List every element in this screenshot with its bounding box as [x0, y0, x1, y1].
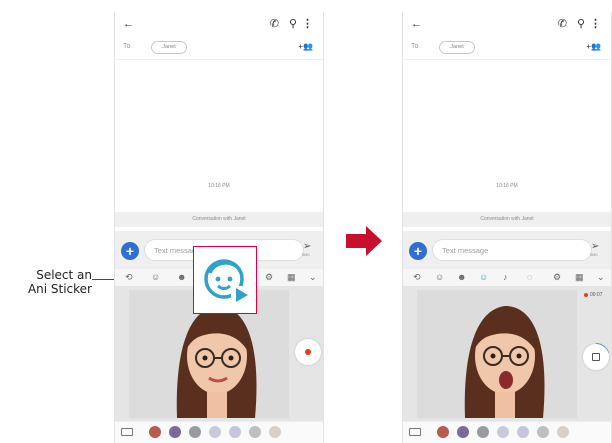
avatar-surprised-image [464, 306, 545, 418]
attach-plus-button[interactable]: + [121, 242, 139, 260]
sticker-tray [115, 421, 323, 443]
back-arrow-icon[interactable]: ← [123, 18, 134, 30]
animal-sticker-4-icon[interactable] [557, 426, 569, 438]
animal-sticker-4-icon[interactable] [269, 426, 281, 438]
emoji-icon[interactable]: ☺ [435, 272, 444, 282]
avatar-sticker-2-icon[interactable] [169, 426, 181, 438]
conversation-banner: Conversation with Janet [403, 212, 611, 227]
animal-sticker-2-icon[interactable] [229, 426, 241, 438]
chevron-down-icon[interactable]: ⌄ [309, 272, 317, 282]
animal-sticker-3-icon[interactable] [537, 426, 549, 438]
animal-sticker-1-icon[interactable] [497, 426, 509, 438]
recipient-chip[interactable]: Janet [151, 41, 187, 54]
conversation-banner: Conversation with Janet [115, 212, 323, 227]
stop-icon [592, 353, 600, 361]
recording-timer-text: 00:07 [590, 292, 603, 298]
animal-sticker-3-icon[interactable] [249, 426, 261, 438]
avatar-sticker-1-icon[interactable] [437, 426, 449, 438]
phone-screen-before: ← ✆ ⚲ ⋮ To Janet +👥 10:16 PM Conversatio… [114, 12, 324, 443]
record-dot-icon [305, 349, 311, 355]
recipient-row: To Janet +👥 [115, 36, 323, 60]
app-bar: ← ✆ ⚲ ⋮ [115, 12, 323, 36]
add-recipient-icon[interactable]: +👥 [298, 42, 313, 51]
recipient-row: To Janet +👥 [403, 36, 611, 60]
more-options-icon[interactable]: ⋮ [590, 18, 601, 30]
ani-sticker-selected-icon[interactable]: ☺ [479, 272, 488, 282]
ani-sticker-recording: 00:07 [403, 286, 611, 421]
ar-face-icon[interactable]: ☻ [177, 272, 186, 282]
search-icon[interactable]: ⚲ [577, 18, 585, 30]
sticker-tray [403, 421, 611, 443]
to-label: To [411, 43, 419, 50]
settings-icon[interactable]: ⚙ [553, 272, 561, 282]
calendar-icon[interactable]: ▦ [287, 272, 296, 282]
to-label: To [123, 43, 131, 50]
attachment-toolbar: ⟲ ☺ ☻ ☺ ♪ ◌ ⚙ ▦ ⌄ [403, 269, 611, 286]
message-input[interactable]: Text message [432, 239, 592, 261]
recording-dot-icon [584, 293, 588, 297]
callout-line-2: Ani Sticker [27, 282, 92, 296]
send-type-label: SMS [590, 253, 598, 257]
search-icon[interactable]: ⚲ [289, 18, 297, 30]
transition-arrow-icon [346, 226, 382, 256]
emoji-icon[interactable]: ☺ [151, 272, 160, 282]
stop-recording-button[interactable] [583, 344, 609, 370]
avatar-sticker-1-icon[interactable] [149, 426, 161, 438]
rotate-camera-icon[interactable]: ⟲ [413, 272, 421, 282]
phone-screen-after: ← ✆ ⚲ ⋮ To Janet +👥 10:16 PM Conversatio… [402, 12, 612, 443]
phone-call-icon[interactable]: ✆ [270, 18, 279, 30]
back-arrow-icon[interactable]: ← [411, 18, 422, 30]
app-bar: ← ✆ ⚲ ⋮ [403, 12, 611, 36]
recipient-chip[interactable]: Janet [439, 41, 475, 54]
recording-timer: 00:07 [584, 292, 603, 298]
send-icon[interactable]: ➢ [303, 242, 311, 252]
chevron-down-icon[interactable]: ⌄ [597, 272, 605, 282]
message-input-placeholder: Text message [442, 246, 489, 255]
ani-sticker-icon [204, 259, 249, 304]
avatar-sticker-2-icon[interactable] [457, 426, 469, 438]
message-timestamp: 10:16 PM [496, 183, 518, 189]
record-button[interactable] [295, 339, 321, 365]
compose-bar: + Text message ➢ SMS [403, 231, 611, 269]
message-timestamp: 10:16 PM [208, 183, 230, 189]
settings-icon[interactable]: ⚙ [265, 272, 273, 282]
send-type-label: SMS [302, 253, 310, 257]
ar-face-icon[interactable]: ☻ [457, 272, 466, 282]
animal-sticker-1-icon[interactable] [209, 426, 221, 438]
animal-sticker-2-icon[interactable] [517, 426, 529, 438]
keyboard-icon[interactable] [409, 428, 421, 436]
attach-plus-button[interactable]: + [409, 242, 427, 260]
more-options-icon[interactable]: ⋮ [302, 18, 313, 30]
send-icon[interactable]: ➢ [591, 242, 599, 252]
microphone-icon[interactable]: ♪ [503, 272, 508, 282]
phone-call-icon[interactable]: ✆ [558, 18, 567, 30]
callout-line-1: Select an [36, 268, 92, 282]
location-icon[interactable]: ◌ [527, 272, 532, 282]
calendar-icon[interactable]: ▦ [575, 272, 584, 282]
ani-sticker-button[interactable] [193, 246, 257, 314]
add-recipient-icon[interactable]: +👥 [586, 42, 601, 51]
rotate-camera-icon[interactable]: ⟲ [125, 272, 133, 282]
avatar-sticker-3-icon[interactable] [189, 426, 201, 438]
keyboard-icon[interactable] [121, 428, 133, 436]
callout-label: Select an Ani Sticker [12, 268, 92, 296]
avatar-sticker-3-icon[interactable] [477, 426, 489, 438]
